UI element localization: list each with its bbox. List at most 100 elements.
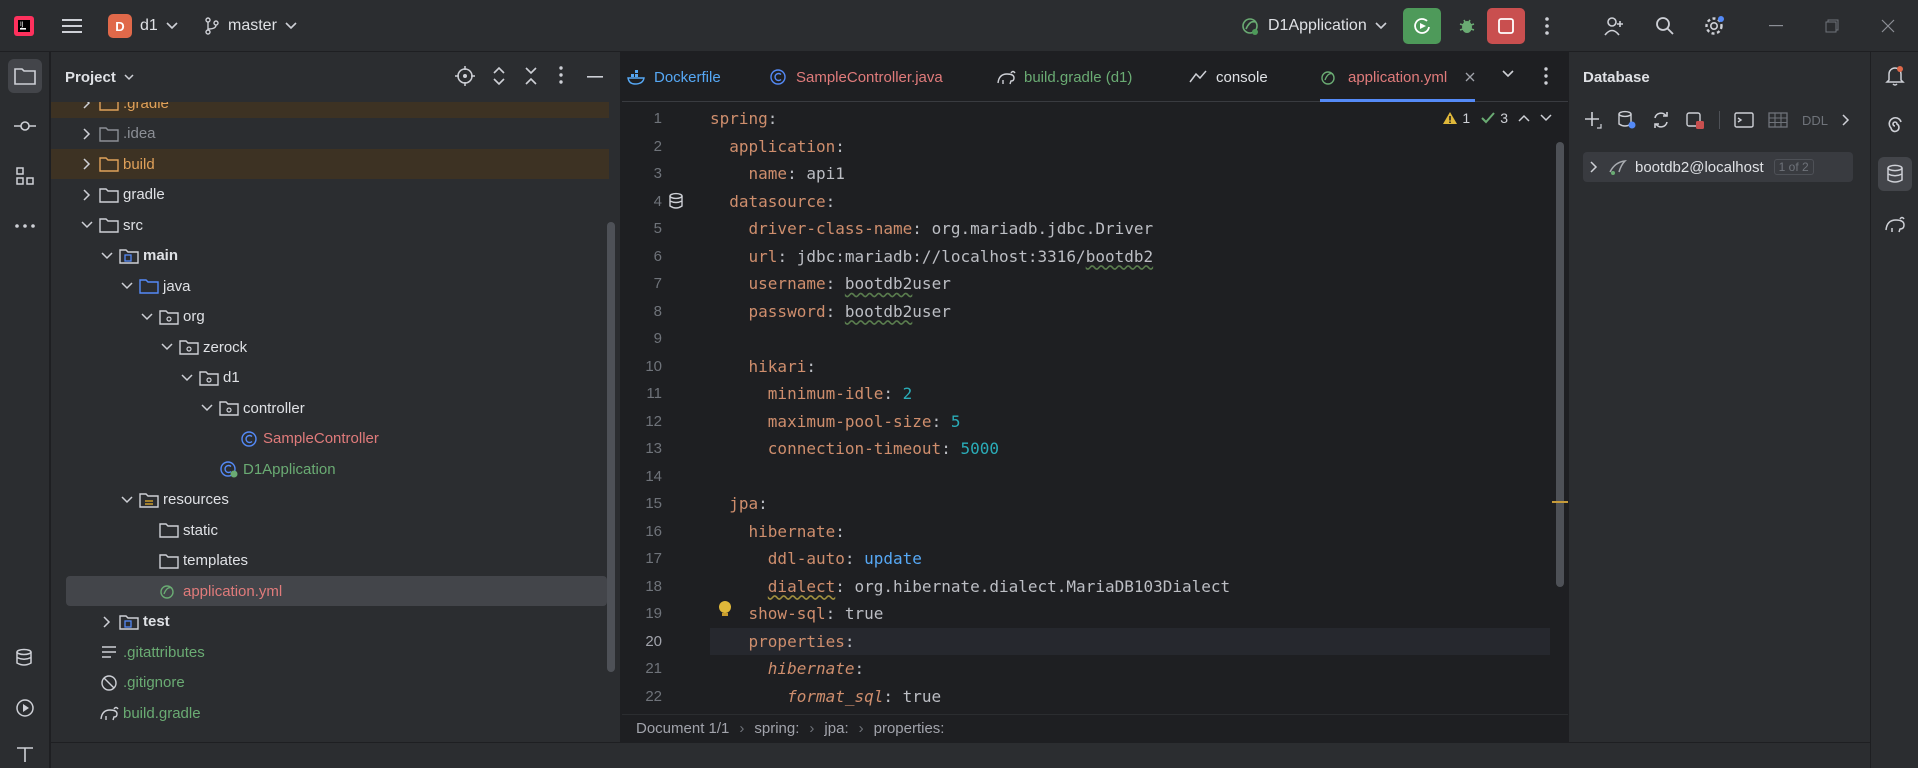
next-highlight-icon[interactable] [1540, 114, 1552, 122]
locate-file-icon[interactable] [455, 66, 475, 86]
breadcrumb-item[interactable]: Document 1/1 [636, 720, 729, 737]
editor-tab[interactable]: console [1188, 52, 1268, 102]
run-tool-button[interactable] [8, 691, 42, 725]
editor-tab[interactable]: build.gradle (d1) [996, 52, 1132, 102]
close-window-icon[interactable] [1874, 12, 1902, 40]
disconnect-icon[interactable] [1685, 110, 1705, 130]
chevron-down-icon[interactable] [124, 73, 134, 81]
database-tool-button[interactable] [1878, 157, 1912, 191]
breadcrumb-item[interactable]: spring: [754, 720, 799, 737]
tree-row--gitignore[interactable]: .gitignore [51, 668, 609, 698]
tree-row-org[interactable]: org [51, 302, 609, 332]
chevron-right-icon[interactable] [79, 126, 95, 142]
project-tool-button[interactable] [8, 59, 42, 93]
breadcrumb-item[interactable]: jpa: [824, 720, 848, 737]
project-panel-title[interactable]: Project [65, 69, 116, 86]
chevron-down-icon[interactable] [99, 248, 115, 264]
tree-row-src[interactable]: src [51, 210, 609, 240]
chevron-down-icon[interactable] [79, 217, 95, 233]
commit-tool-button[interactable] [8, 109, 42, 143]
tree-row-controller[interactable]: controller [51, 393, 609, 423]
table-icon[interactable] [1768, 111, 1788, 129]
chevron-right-icon[interactable] [99, 614, 115, 630]
datasource-count-badge[interactable]: 1 of 2 [1773, 159, 1814, 175]
chevron-down-icon[interactable] [139, 309, 155, 325]
chevron-down-icon[interactable] [159, 339, 175, 355]
tree-row-resources[interactable]: resources [51, 485, 609, 515]
editor-tab[interactable]: application.yml [1320, 52, 1476, 102]
tree-row-build-gradle[interactable]: build.gradle [51, 698, 609, 728]
restore-window-icon[interactable] [1818, 12, 1846, 40]
tree-row-application-yml[interactable]: application.yml [66, 576, 607, 606]
chevron-down-icon[interactable] [119, 278, 135, 294]
tabs-dropdown-icon[interactable] [1502, 70, 1514, 78]
gradle-tool-button[interactable] [1878, 207, 1912, 241]
project-selector[interactable]: D d1 [108, 14, 178, 38]
tree-row--gitattributes[interactable]: .gitattributes [51, 637, 609, 667]
tree-row-main[interactable]: main [51, 241, 609, 271]
expand-all-icon[interactable] [491, 66, 507, 86]
ddl-button[interactable]: DDL [1802, 113, 1828, 128]
close-tab-icon[interactable] [1465, 72, 1475, 82]
tree-row-build[interactable]: build [51, 149, 609, 179]
datasource-row[interactable]: bootdb2@localhost 1 of 2 [1583, 152, 1853, 182]
tree-row-samplecontroller[interactable]: SampleController [51, 424, 609, 454]
tree-row-d1[interactable]: d1 [51, 363, 609, 393]
search-icon[interactable] [1651, 12, 1679, 40]
services-tool-button[interactable] [8, 641, 42, 675]
ai-assistant-button[interactable] [1878, 109, 1912, 143]
more-tools-button[interactable] [8, 209, 42, 243]
tree-row-zerock[interactable]: zerock [51, 332, 609, 362]
breadcrumb-item[interactable]: properties: [874, 720, 945, 737]
more-actions-icon[interactable] [1535, 12, 1559, 40]
structure-tool-button[interactable] [8, 159, 42, 193]
main-menu-icon[interactable] [60, 14, 84, 38]
scroll-marker[interactable] [1552, 501, 1568, 503]
tree-row-d1application[interactable]: D1Application [51, 454, 609, 484]
tree-row--idea[interactable]: .idea [51, 119, 609, 149]
editor-tab[interactable]: Dockerfile [626, 52, 721, 102]
chevron-down-icon[interactable] [119, 492, 135, 508]
collapse-all-icon[interactable] [523, 66, 539, 86]
settings-gear-icon[interactable] [1700, 12, 1728, 40]
notifications-button[interactable] [1878, 59, 1912, 93]
previous-highlight-icon[interactable] [1518, 114, 1530, 122]
chevron-down-icon[interactable] [199, 400, 215, 416]
code-content[interactable]: spring: application: name: api1 datasour… [710, 102, 1550, 714]
hide-panel-icon[interactable] [587, 76, 603, 78]
chevron-right-icon[interactable] [1842, 114, 1850, 126]
tree-scrollbar[interactable] [607, 222, 615, 672]
chevron-right-icon[interactable] [79, 156, 95, 172]
datasource-properties-icon[interactable] [1617, 110, 1637, 130]
tree-row--gradle[interactable]: .gradle [51, 102, 609, 118]
datasource-gutter-icon[interactable] [668, 192, 684, 210]
chevron-down-icon[interactable] [179, 370, 195, 386]
run-config-selector[interactable]: D1Application [1240, 14, 1387, 38]
tree-row-test[interactable]: test [51, 607, 609, 637]
chevron-right-icon[interactable] [1589, 161, 1599, 173]
build-tool-button[interactable] [8, 740, 42, 768]
chevron-right-icon[interactable] [79, 187, 95, 203]
editor-tab[interactable]: SampleController.java [768, 52, 943, 102]
rerun-button[interactable] [1403, 8, 1441, 44]
debug-button[interactable] [1451, 10, 1483, 42]
warnings-count[interactable]: 1 [1442, 110, 1470, 126]
intellij-logo-icon[interactable]: IJ [12, 14, 36, 38]
stop-button[interactable] [1487, 8, 1525, 44]
tree-row-templates[interactable]: templates [51, 546, 609, 576]
options-menu-icon[interactable] [559, 66, 563, 84]
minimize-window-icon[interactable] [1762, 12, 1790, 40]
ok-count[interactable]: 3 [1480, 110, 1508, 126]
inspection-widget[interactable]: 1 3 [1442, 110, 1552, 126]
refresh-icon[interactable] [1651, 110, 1671, 130]
chevron-right-icon[interactable] [79, 102, 95, 111]
add-user-icon[interactable] [1600, 12, 1628, 40]
tree-row-java[interactable]: java [51, 271, 609, 301]
branch-selector[interactable]: master [204, 14, 297, 38]
console-icon[interactable] [1734, 111, 1754, 129]
tree-row-gradle[interactable]: gradle [51, 180, 609, 210]
tree-row-static[interactable]: static [51, 515, 609, 545]
add-icon[interactable] [1583, 110, 1603, 130]
editor-scrollbar[interactable] [1556, 142, 1564, 587]
tabs-more-icon[interactable] [1544, 67, 1548, 85]
